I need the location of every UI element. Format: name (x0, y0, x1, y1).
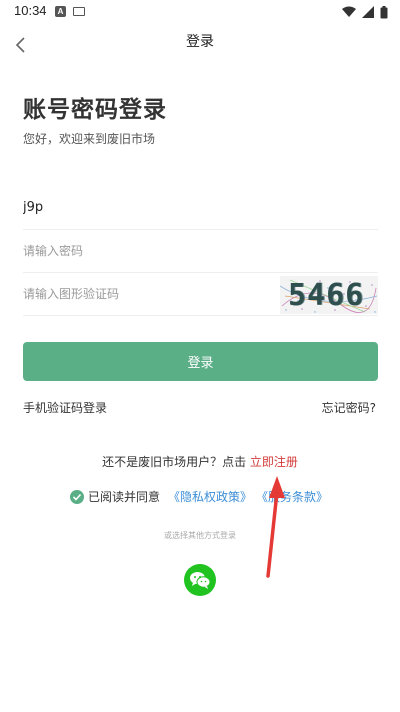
welcome-text: 您好，欢迎来到废旧市场 (23, 132, 156, 146)
other-login-label: 或选择其他方式登录 (164, 531, 236, 540)
password-input[interactable] (23, 229, 378, 272)
agreement-text: 已阅读并同意 (88, 490, 161, 504)
agreement-checkbox[interactable] (70, 489, 84, 504)
password-field-row (23, 229, 378, 273)
status-bar: 10:34 A (0, 0, 400, 24)
captcha-image[interactable]: 5466 (280, 276, 378, 314)
wifi-icon (342, 6, 356, 17)
terms-of-service-link[interactable]: 《服务条款》 (256, 488, 328, 505)
status-icons (342, 5, 388, 19)
login-heading: 账号密码登录 (23, 97, 167, 123)
register-prompt: 还不是废旧市场用户？点击 (102, 455, 247, 469)
notification-a-icon: A (55, 6, 66, 17)
captcha-text: 5466 (288, 278, 365, 313)
register-row: 还不是废旧市场用户？点击 立即注册 (0, 453, 400, 470)
captcha-field-row: 5466 (23, 272, 378, 316)
username-field-row (23, 186, 378, 230)
captcha-input[interactable] (23, 272, 273, 315)
login-button[interactable]: 登录 (23, 342, 378, 381)
forgot-password-link[interactable]: 忘记密码? (322, 399, 376, 416)
check-icon (72, 493, 82, 501)
agreement-row: 已阅读并同意 《隐私权政策》 《服务条款》 (70, 488, 328, 505)
wechat-icon (190, 572, 211, 589)
register-link[interactable]: 立即注册 (250, 455, 298, 469)
cellular-icon (362, 6, 374, 18)
username-input[interactable] (23, 186, 378, 229)
privacy-policy-link[interactable]: 《隐私权政策》 (168, 488, 252, 505)
sms-login-link[interactable]: 手机验证码登录 (23, 399, 107, 416)
page-title: 登录 (186, 34, 214, 50)
battery-icon (380, 5, 388, 18)
status-time: 10:34 (14, 3, 47, 18)
keyboard-icon (73, 7, 85, 16)
annotation-arrow-icon (266, 476, 285, 578)
wechat-login-button[interactable] (184, 564, 216, 596)
